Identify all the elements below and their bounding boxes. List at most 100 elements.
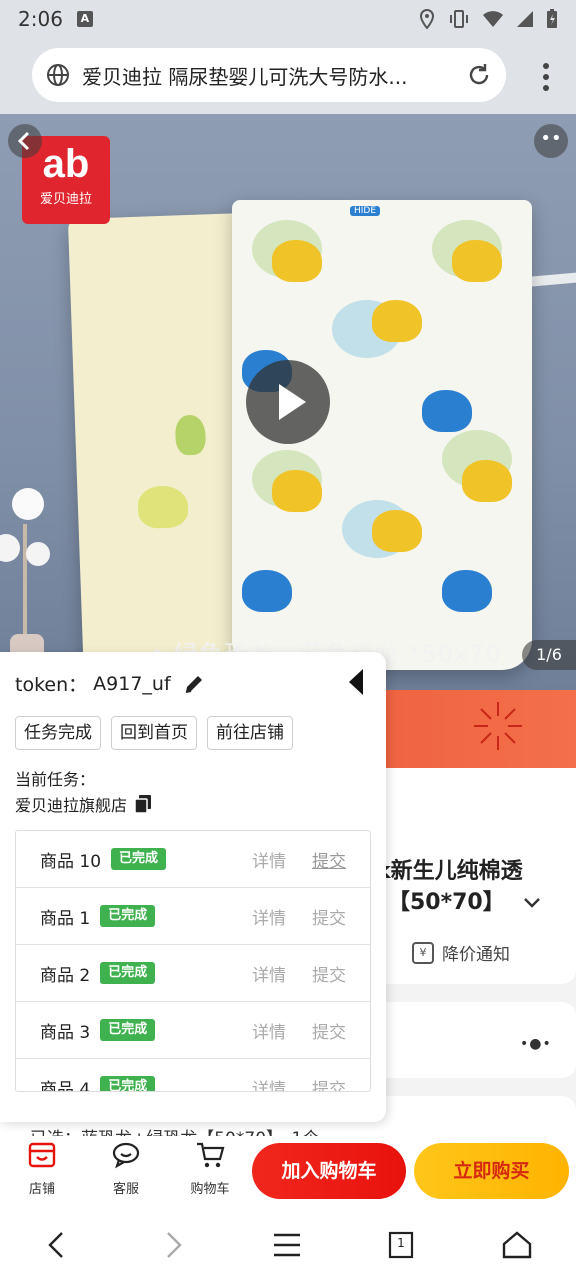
price-drop-notice[interactable]: ¥ 降价通知 [412,940,510,965]
product-image-carousel[interactable]: HIDE ab 爱贝迪拉 •• • 绿色恐龙 · 蓝色恐龙 *50x70 1/6 [0,114,576,690]
go-store-button[interactable]: 前往店铺 [207,716,293,750]
task-submit-link[interactable]: 提交 [312,904,346,929]
status-badge: 已完成 [111,848,167,870]
task-name: 商品 4 [40,1079,91,1092]
tabs-count: 1 [397,1236,405,1250]
url-bar[interactable]: 爱贝迪拉 隔尿垫婴儿可洗大号防水... [32,48,506,102]
more-dots-icon: •• [540,128,562,149]
wifi-icon [483,11,503,27]
shuttlecock-figure [174,414,207,456]
service-tab[interactable]: 客服 [96,1140,156,1197]
dino-figure [452,240,502,282]
task-name: 商品 1 [40,908,91,929]
status-bar: 2:06 A [0,0,576,38]
battery-icon [547,9,557,28]
image-counter: 1/6 [522,640,576,670]
dino-figure [272,240,322,282]
play-icon [279,384,306,420]
globe-icon [47,64,69,86]
collapse-triangle-icon[interactable] [348,668,364,696]
task-list[interactable]: 商品 10 已完成 详情 提交 商品 1 已完成 详情 提交 商品 2 已完成 … [15,830,371,1092]
play-video-button[interactable] [246,360,330,444]
task-panel: token： A917_uf 任务完成 回到首页 前往店铺 当前任务： 爱贝迪拉… [0,652,386,1122]
product-title: k新生儿纯棉透 【50*70】 [376,856,523,918]
token-row: token： A917_uf [15,670,205,697]
status-badge: 已完成 [100,1019,156,1041]
task-button-row: 任务完成 回到首页 前往店铺 [15,716,293,750]
task-row: 商品 3 已完成 详情 提交 [16,1002,370,1059]
url-text[interactable]: 爱贝迪拉 隔尿垫婴儿可洗大号防水... [82,61,452,90]
dino-figure [442,570,492,612]
task-submit-link[interactable]: 提交 [312,1075,346,1092]
purchase-action-bar: 店铺 客服 购物车 加入购物车 立即购买 [0,1136,576,1208]
copy-icon[interactable] [135,795,152,813]
current-task-value: 爱贝迪拉旗舰店 [15,796,128,815]
cotton-decoration [0,488,50,664]
notification-icon: A [76,11,93,27]
location-icon [419,9,435,29]
token-label: token： [15,674,88,696]
dino-figure [462,460,512,502]
back-home-button[interactable]: 回到首页 [111,716,197,750]
brand-name: 爱贝迪拉 [39,192,92,207]
forward-arrow-icon[interactable] [156,1228,190,1262]
signal-icon [517,11,533,27]
dino-figure [372,510,422,552]
store-tab[interactable]: 店铺 [12,1140,72,1197]
current-task-label: 当前任务： [15,770,96,789]
service-label: 客服 [112,1182,139,1197]
cloth-tag: HIDE [350,206,381,216]
product-title-line2: 【50*70】 [388,890,505,915]
task-submit-link[interactable]: 提交 [312,847,346,872]
task-detail-link[interactable]: 详情 [252,904,286,929]
task-name: 商品 2 [40,965,91,986]
task-detail-link[interactable]: 详情 [252,1018,286,1043]
status-icons [418,9,558,29]
back-button[interactable] [8,124,42,158]
pencil-icon[interactable] [183,673,205,695]
system-nav-bar: 1 [0,1208,576,1280]
token-value: A917_uf [93,672,171,695]
product-title-line1: k新生儿纯棉透 [376,859,523,884]
overflow-menu-icon[interactable] [542,62,550,92]
add-to-cart-button[interactable]: 加入购物车 [252,1143,406,1199]
store-icon [28,1142,56,1168]
task-name: 商品 10 [40,851,102,872]
dino-figure [422,390,472,432]
status-badge: 已完成 [100,905,156,927]
task-row: 商品 10 已完成 详情 提交 [16,831,370,888]
chevron-left-icon [17,131,30,151]
dino-figure [272,470,322,512]
current-task: 爱贝迪拉旗舰店 [15,792,152,816]
customer-service-icon [112,1142,140,1169]
browser-toolbar: 爱贝迪拉 隔尿垫婴儿可洗大号防水... [0,38,576,114]
dino-figure [137,485,189,529]
back-arrow-icon[interactable] [40,1228,74,1262]
reload-icon[interactable] [466,62,492,88]
task-detail-link[interactable]: 详情 [252,847,286,872]
task-submit-link[interactable]: 提交 [312,1018,346,1043]
home-icon[interactable] [500,1228,534,1262]
task-submit-link[interactable]: 提交 [312,961,346,986]
more-button[interactable]: •• [534,124,568,158]
menu-icon[interactable] [270,1228,304,1262]
tabs-button[interactable]: 1 [384,1228,418,1262]
shopping-cart-icon [197,1142,225,1168]
buy-now-button[interactable]: 立即购买 [414,1143,569,1199]
task-complete-button[interactable]: 任务完成 [15,716,101,750]
more-dots-icon[interactable]: •●• [520,1036,552,1052]
firework-icon [474,702,522,750]
status-time: 2:06 [18,7,63,31]
bell-yen-icon: ¥ [412,941,434,964]
chevron-down-icon[interactable] [522,896,542,910]
cart-label: 购物车 [190,1182,230,1197]
store-label: 店铺 [28,1182,55,1197]
cart-tab[interactable]: 购物车 [180,1140,240,1197]
price-notice-label: 降价通知 [442,945,510,965]
vibrate-icon [450,10,468,28]
task-row: 商品 2 已完成 详情 提交 [16,945,370,1002]
task-detail-link[interactable]: 详情 [252,1075,286,1092]
dino-figure [372,300,422,342]
task-detail-link[interactable]: 详情 [252,961,286,986]
dino-figure [242,570,292,612]
